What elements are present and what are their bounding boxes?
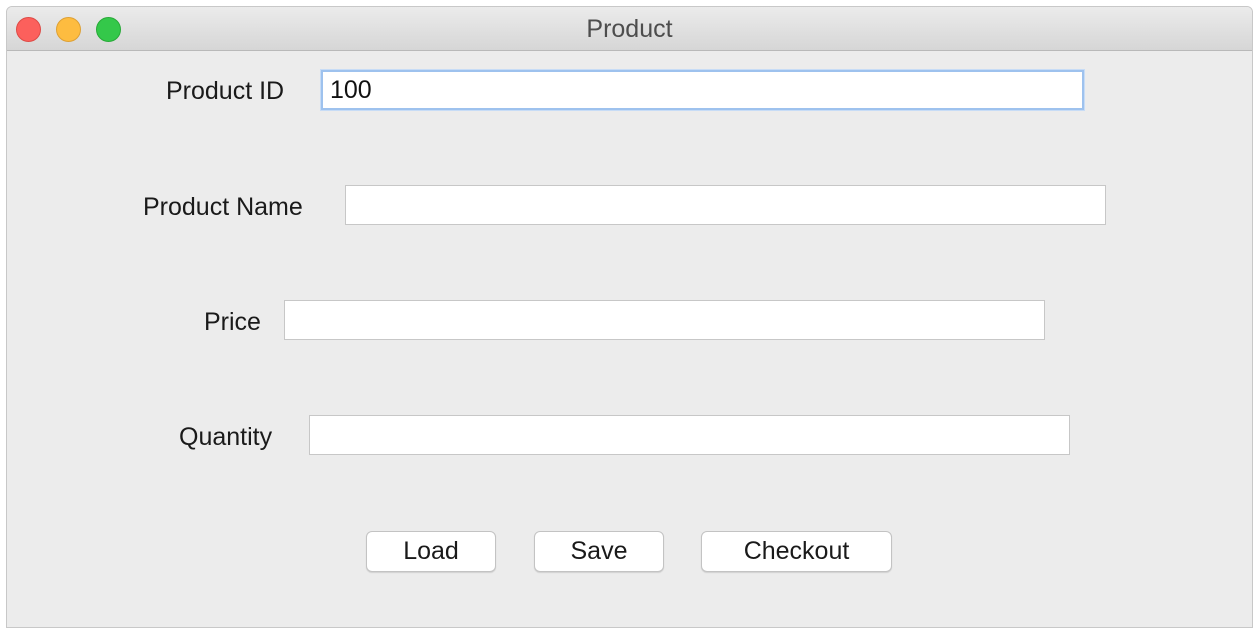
quantity-input[interactable]	[309, 415, 1070, 455]
load-button[interactable]: Load	[366, 531, 496, 572]
window-title: Product	[586, 15, 673, 43]
product-name-label: Product Name	[143, 193, 303, 221]
checkout-button[interactable]: Checkout	[701, 531, 892, 572]
product-id-input[interactable]	[321, 70, 1084, 110]
save-button[interactable]: Save	[534, 531, 664, 572]
price-label: Price	[204, 308, 261, 336]
product-id-label: Product ID	[166, 77, 285, 105]
title-bar[interactable]: Product	[7, 7, 1252, 51]
product-window: Product Product ID Product Name Price Qu…	[6, 6, 1253, 628]
price-input[interactable]	[284, 300, 1045, 340]
product-name-input[interactable]	[345, 185, 1106, 225]
quantity-label: Quantity	[179, 423, 273, 451]
